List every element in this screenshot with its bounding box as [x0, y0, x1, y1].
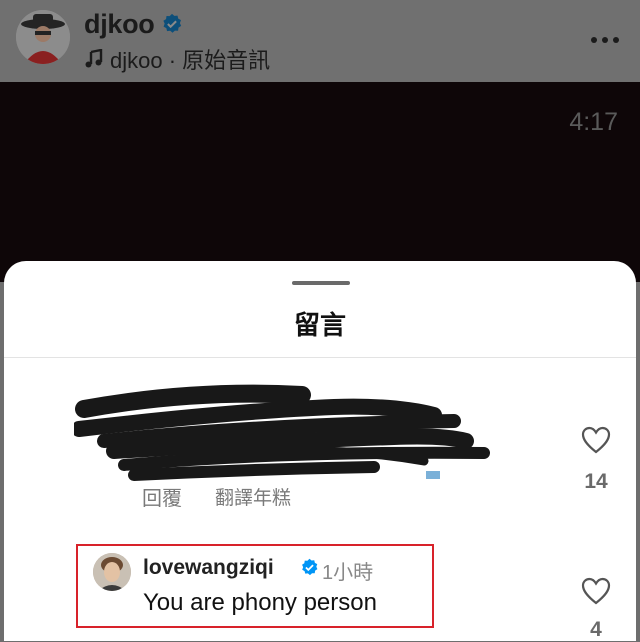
ellipsis-icon: [591, 37, 619, 43]
comment-text: You are phony person: [143, 589, 377, 616]
commenter-username[interactable]: lovewangziqi: [143, 556, 274, 580]
more-options-button[interactable]: [590, 24, 620, 50]
comments-sheet: 留言 回覆 翻譯年糕 14 lovewangziqi 1小時 You are p…: [4, 261, 636, 641]
video-player[interactable]: 4:17: [0, 82, 640, 282]
audio-label: djkoo · 原始音訊: [110, 48, 271, 73]
divider: [4, 357, 636, 358]
audio-row[interactable]: djkoo · 原始音訊: [84, 43, 270, 75]
like-heart-icon[interactable]: [581, 577, 611, 605]
comment-timestamp: 1小時: [322, 562, 374, 584]
translate-button[interactable]: 翻譯年糕: [215, 483, 291, 510]
verified-badge-icon: [163, 13, 182, 33]
post-header: djkoo djkoo · 原始音訊: [0, 0, 640, 82]
music-note-icon: [85, 49, 103, 68]
sheet-grabber-handle[interactable]: [292, 281, 350, 285]
verified-badge-icon: [302, 558, 318, 576]
sheet-title: 留言: [293, 310, 346, 340]
redaction-scribble: [71, 384, 490, 481]
author-username[interactable]: djkoo: [84, 9, 155, 40]
like-count: 14: [584, 470, 608, 493]
video-timestamp: 4:17: [569, 108, 618, 136]
like-heart-icon[interactable]: [581, 426, 611, 454]
like-count: 4: [590, 618, 602, 641]
author-avatar[interactable]: [16, 10, 70, 64]
commenter-avatar[interactable]: [93, 553, 131, 591]
reply-button[interactable]: 回覆: [142, 482, 182, 511]
redacted-comment: [71, 381, 494, 491]
